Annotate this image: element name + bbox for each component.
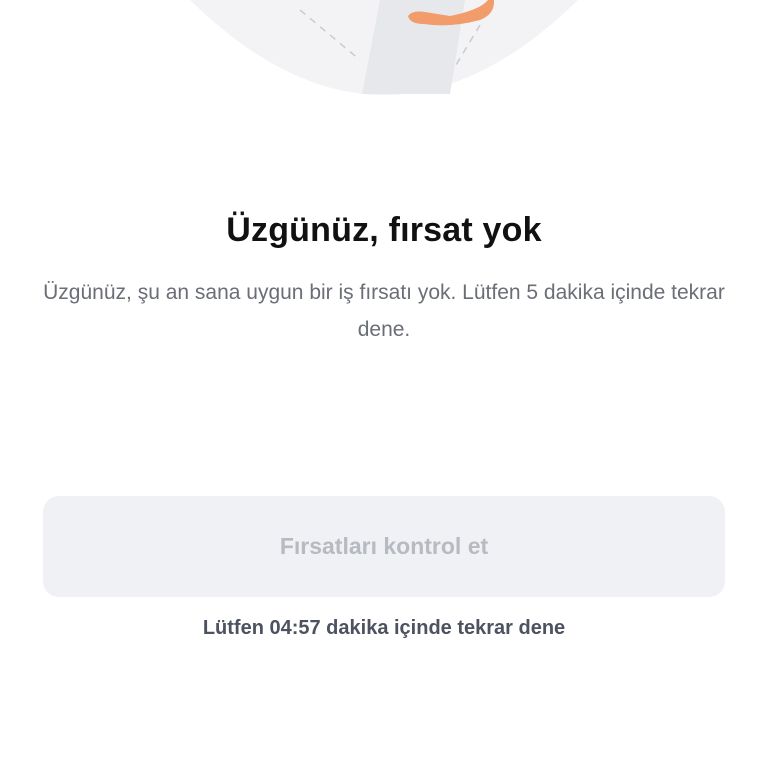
check-opportunities-button[interactable]: Fırsatları kontrol et [43, 496, 725, 597]
empty-state-message: Üzgünüz, şu an sana uygun bir iş fırsatı… [43, 281, 725, 341]
page-title: Üzgünüz, fırsat yok [226, 211, 542, 249]
no-opportunity-screen: Üzgünüz, fırsat yok Üzgünüz, şu an sana … [0, 0, 768, 768]
sad-person-illustration-icon [190, 0, 578, 95]
empty-state-illustration [150, 0, 618, 100]
retry-countdown-text: Lütfen 04:57 dakika içinde tekrar dene [202, 617, 566, 639]
